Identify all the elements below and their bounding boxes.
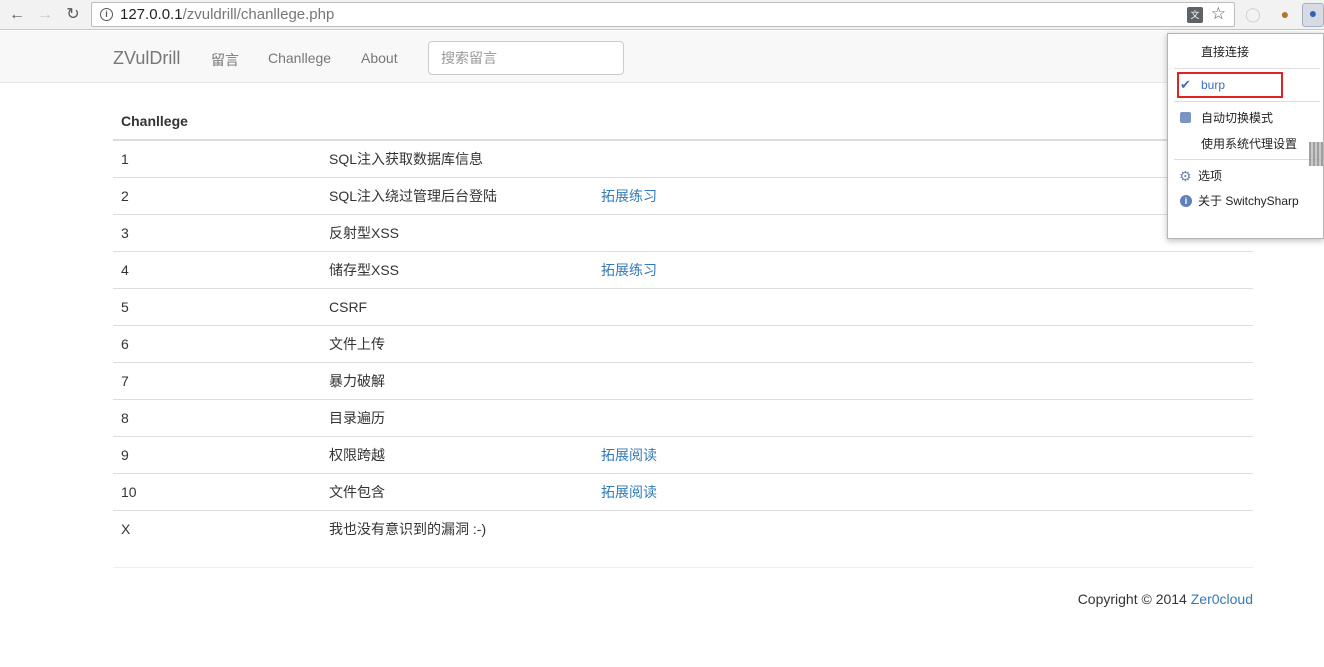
table-row: 2 SQL注入绕过管理后台登陆 拓展练习 <box>113 176 1253 214</box>
proxy-direct-label: 直接连接 <box>1201 45 1250 59</box>
translate-icon[interactable]: 文 <box>1187 7 1203 23</box>
challenge-extra <box>593 398 1253 436</box>
shield-icon[interactable]: ◯ <box>1244 5 1262 23</box>
table-row: 10 文件包含 拓展阅读 <box>113 472 1253 510</box>
proxy-system-item[interactable]: 使用系统代理设置 <box>1168 133 1324 155</box>
challenge-id: 8 <box>113 398 321 436</box>
table-row: 7 暴力破解 <box>113 361 1253 399</box>
back-button[interactable]: ← <box>6 4 28 26</box>
challenge-title[interactable]: 反射型XSS <box>321 213 593 251</box>
table-row: 6 文件上传 <box>113 324 1253 362</box>
proxy-menu: 直接连接 ✔ burp 自动切换模式 使用系统代理设置 ⚙ 选项 i 关于 Sw… <box>1167 33 1324 239</box>
browser-toolbar: ← → ↻ i 127.0.0.1/zvuldrill/chanllege.ph… <box>0 0 1324 30</box>
info-icon: i <box>1180 195 1192 207</box>
proxy-about-label: 关于 SwitchySharp <box>1198 194 1299 208</box>
copyright: Copyright © 2014 Zer0cloud <box>1078 591 1253 607</box>
reload-button[interactable]: ↻ <box>62 4 84 26</box>
proxy-options-label: 选项 <box>1198 169 1223 183</box>
proxy-auto-switch-label: 自动切换模式 <box>1201 111 1274 125</box>
challenge-extra: 拓展阅读 <box>593 435 1253 473</box>
menu-divider <box>1174 68 1320 69</box>
star-icon[interactable]: ☆ <box>1211 4 1226 24</box>
nav-link-messages[interactable]: 留言 <box>211 50 239 70</box>
table-row: 4 储存型XSS 拓展练习 <box>113 250 1253 288</box>
site-navbar: ZVulDrill 留言 Chanllege About <box>0 31 1324 83</box>
challenge-title[interactable]: 文件包含 <box>321 472 593 510</box>
auto-switch-icon <box>1180 112 1191 123</box>
proxy-auto-switch-item[interactable]: 自动切换模式 <box>1168 107 1324 129</box>
nav-link-about[interactable]: About <box>361 50 398 66</box>
table-row: 5 CSRF <box>113 287 1253 325</box>
extra-link[interactable]: 拓展练习 <box>601 262 657 278</box>
table-row: 9 权限跨越 拓展阅读 <box>113 435 1253 473</box>
resize-grip[interactable] <box>1309 142 1324 166</box>
challenge-id: 1 <box>121 150 129 167</box>
challenge-id: 9 <box>113 435 321 473</box>
url-path: /zvuldrill/chanllege.php <box>182 6 335 23</box>
url-text: 127.0.0.1/zvuldrill/chanllege.php <box>120 6 334 23</box>
challenge-extra: 拓展阅读 <box>593 472 1253 510</box>
author-link[interactable]: Zer0cloud <box>1191 591 1253 607</box>
proxy-about-item[interactable]: i 关于 SwitchySharp <box>1168 190 1324 212</box>
challenge-extra: 拓展练习 <box>593 176 1253 214</box>
challenge-id: 10 <box>113 472 321 510</box>
table-row: X 我也没有意识到的漏洞 :-) <box>113 509 1253 547</box>
challenge-title[interactable]: 文件上传 <box>321 324 593 362</box>
challenge-extra <box>593 361 1253 399</box>
forward-button[interactable]: → <box>34 4 56 26</box>
challenge-title[interactable]: 暴力破解 <box>321 361 593 399</box>
url-host: 127.0.0.1 <box>120 6 183 23</box>
challenge-id: X <box>113 509 321 547</box>
challenge-title[interactable]: 权限跨越 <box>321 435 593 473</box>
brand-link[interactable]: ZVulDrill <box>113 48 180 69</box>
proxy-direct-item[interactable]: 直接连接 <box>1168 41 1324 63</box>
copyright-text: Copyright © 2014 <box>1077 591 1187 607</box>
info-icon[interactable]: i <box>100 8 113 21</box>
table-row: 3 反射型XSS <box>113 213 1253 251</box>
proxy-system-label: 使用系统代理设置 <box>1201 137 1298 151</box>
challenge-id: 7 <box>113 361 321 399</box>
extra-link[interactable]: 拓展阅读 <box>601 484 657 500</box>
footer-divider <box>113 567 1253 568</box>
challenge-title[interactable]: SQL注入获取数据库信息 <box>321 140 593 177</box>
burp-highlight-box <box>1177 72 1283 98</box>
search-input[interactable] <box>428 41 624 75</box>
switchysharp-globe-icon[interactable]: ● <box>1302 3 1324 27</box>
extra-link[interactable]: 拓展阅读 <box>601 447 657 463</box>
nav-link-chanllege[interactable]: Chanllege <box>268 50 331 66</box>
menu-divider <box>1174 101 1320 102</box>
menu-divider <box>1174 159 1320 160</box>
cookie-icon[interactable]: ● <box>1276 5 1294 23</box>
challenge-title[interactable]: CSRF <box>321 287 593 325</box>
challenge-id: 6 <box>113 324 321 362</box>
challenge-title[interactable]: 我也没有意识到的漏洞 :-) <box>321 509 593 547</box>
challenge-id: 2 <box>113 176 321 214</box>
address-bar[interactable]: i 127.0.0.1/zvuldrill/chanllege.php 文 ☆ <box>91 2 1235 27</box>
table-row: 8 目录遍历 <box>113 398 1253 436</box>
challenge-extra <box>593 324 1253 362</box>
proxy-options-item[interactable]: ⚙ 选项 <box>1168 165 1324 187</box>
challenge-extra <box>593 287 1253 325</box>
challenge-id: 3 <box>113 213 321 251</box>
challenge-extra: 拓展练习 <box>593 250 1253 288</box>
table-row: 1 SQL注入获取数据库信息 <box>113 140 1253 177</box>
challenge-title[interactable]: 储存型XSS <box>321 250 593 288</box>
challenge-extra <box>593 140 1253 177</box>
challenge-extra <box>593 213 1253 251</box>
challenge-title[interactable]: 目录遍历 <box>321 398 593 436</box>
challenge-title[interactable]: SQL注入绕过管理后台登陆 <box>321 176 593 214</box>
extra-link[interactable]: 拓展练习 <box>601 188 657 204</box>
challenge-extra <box>593 509 1253 547</box>
gear-icon: ⚙ <box>1179 168 1192 184</box>
challenge-id: 4 <box>113 250 321 288</box>
challenge-id: 5 <box>113 287 321 325</box>
challenge-table: Chanllege 1 SQL注入获取数据库信息 2 SQL注入绕过管理后台登陆 拓展练… <box>113 103 1253 547</box>
table-header: Chanllege <box>113 103 1253 141</box>
